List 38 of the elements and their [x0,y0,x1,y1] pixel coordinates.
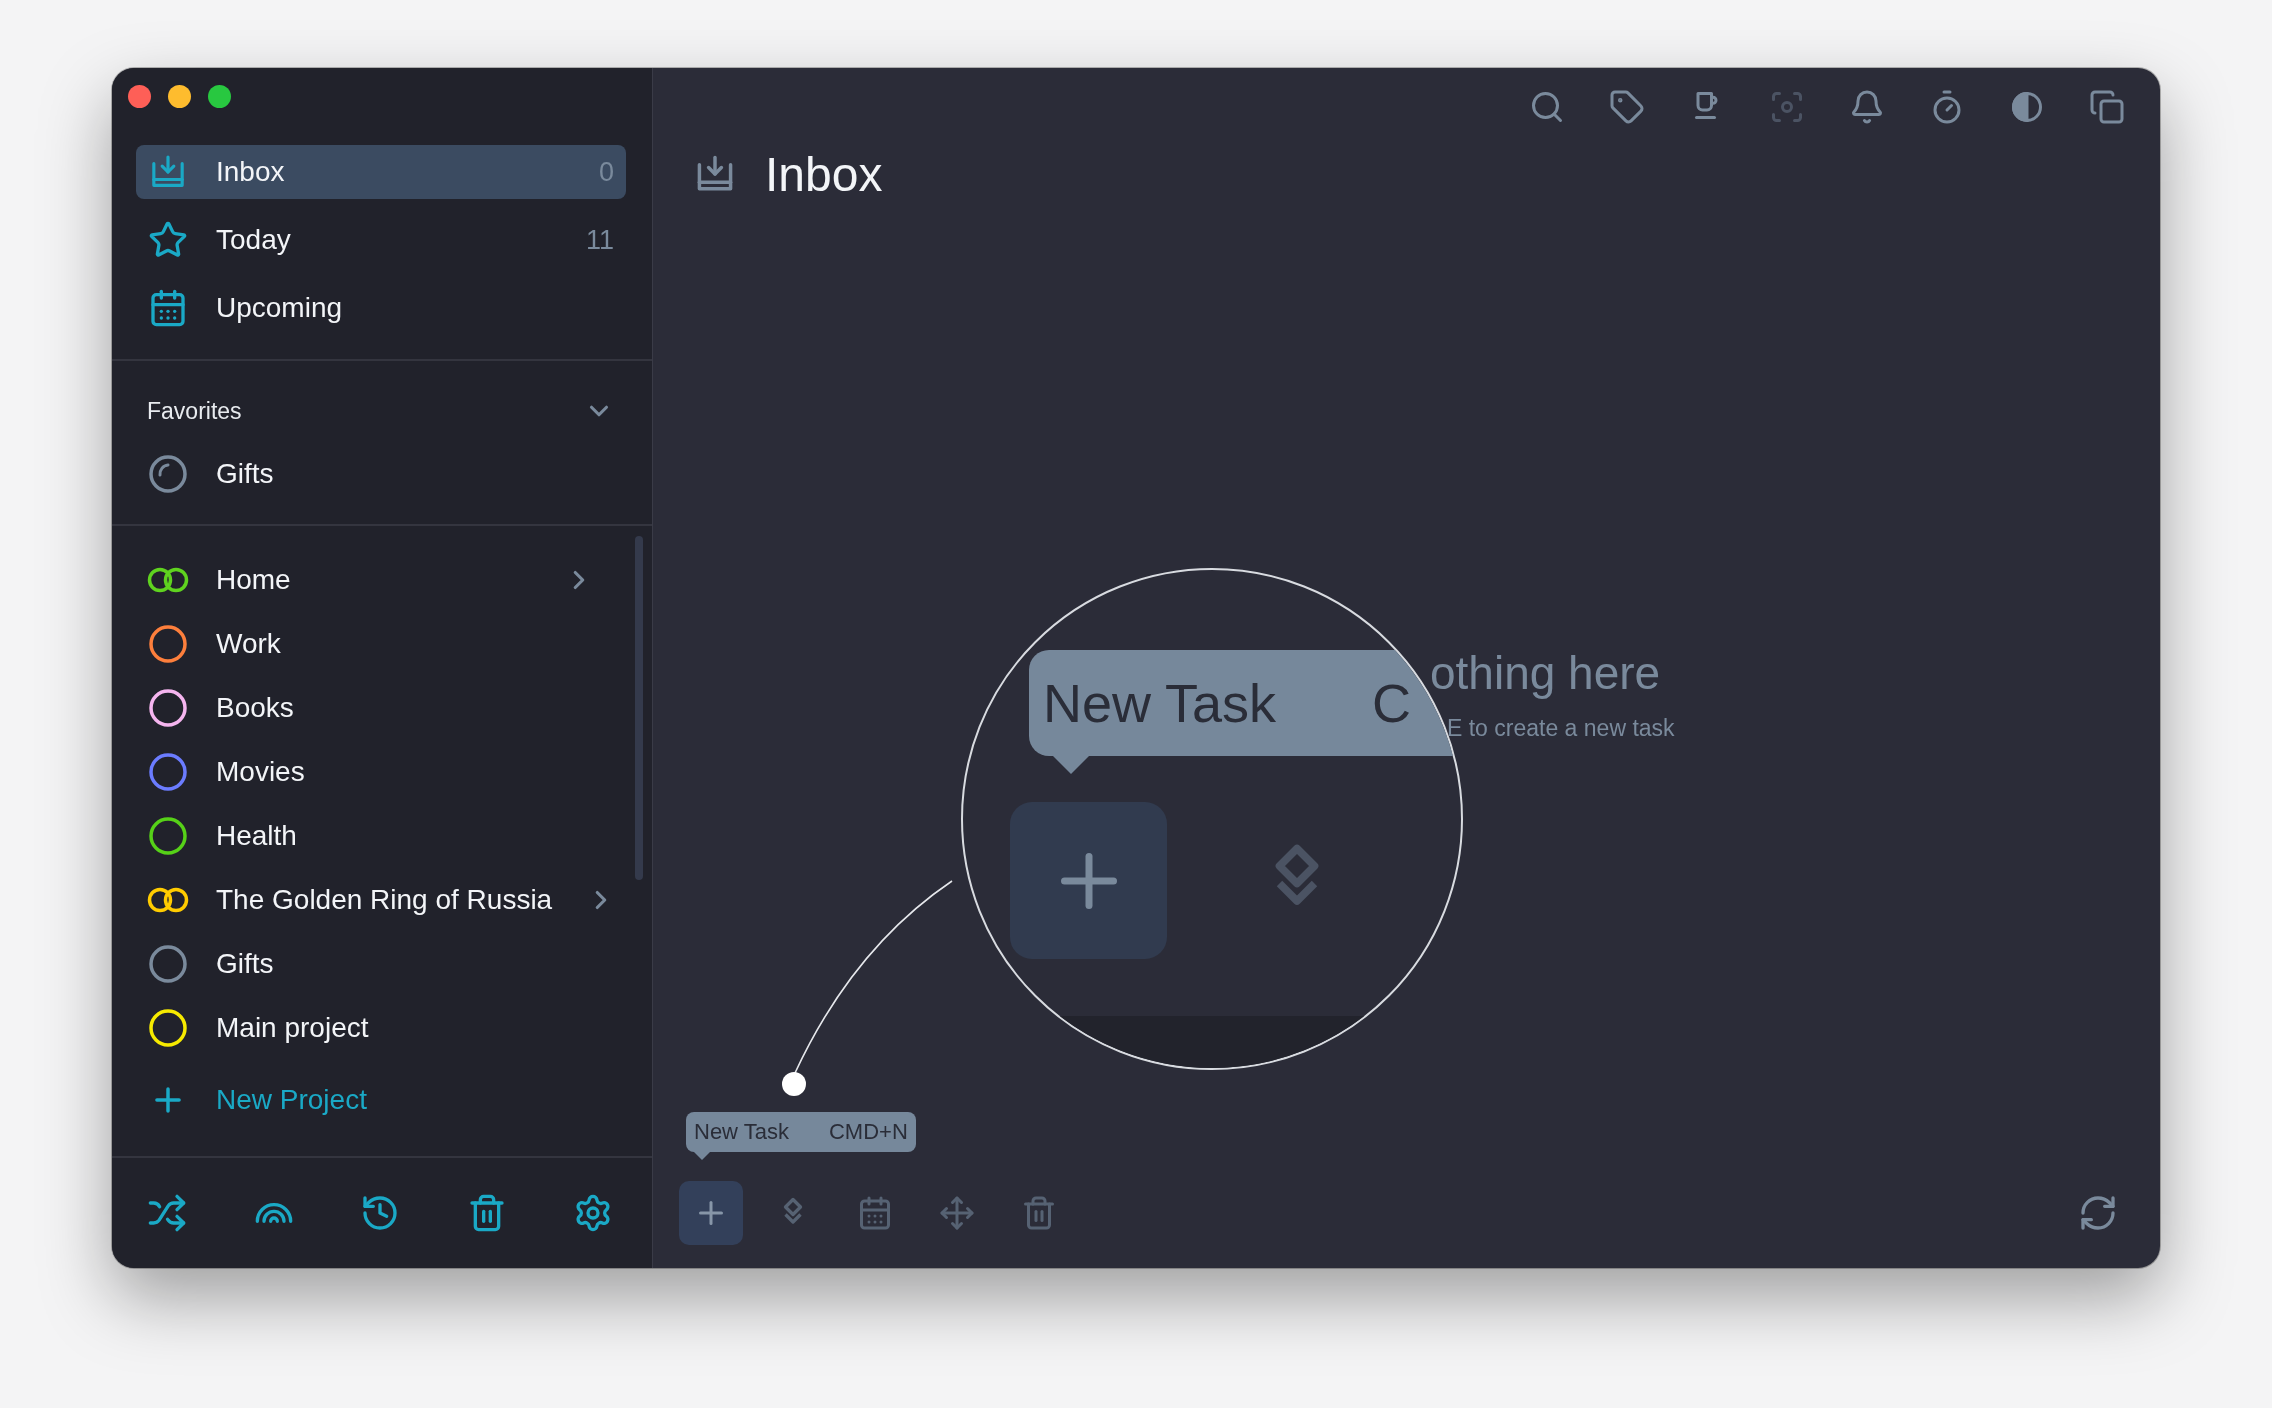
contrast-icon[interactable] [2009,89,2045,125]
tooltip-label: New Task [1043,672,1277,734]
shortcut-label: C [1372,672,1412,734]
zoom-button[interactable] [208,85,231,108]
search-icon[interactable] [1529,89,1565,125]
section-title: Favorites [147,397,242,425]
pointer-dot [782,1072,806,1096]
project-item[interactable]: Main project [136,1001,626,1055]
plus-button[interactable] [679,1181,743,1245]
scrollbar[interactable] [635,536,643,880]
copy-icon[interactable] [2089,89,2125,125]
item-count: 0 [598,156,614,188]
favorite-item[interactable]: Gifts [136,447,626,501]
tooltip-label: New Task [694,1119,789,1145]
move-icon [939,1195,975,1231]
empty-heading: othing here [1430,646,1662,701]
nav-item[interactable]: Inbox 0 [136,145,626,199]
nav-item[interactable]: Upcoming [136,281,626,335]
nav-item[interactable]: Today 11 [136,213,626,267]
close-button[interactable] [128,85,151,108]
tag-icon[interactable] [1609,89,1645,125]
trash-icon [1021,1195,1057,1231]
project-item[interactable]: Work [136,617,626,671]
project-item[interactable]: Health [136,809,626,863]
project-item[interactable]: Movies [136,745,626,799]
calendar-icon [857,1195,893,1231]
project-item[interactable]: Home [136,553,626,607]
minimize-button[interactable] [168,85,191,108]
project-item[interactable]: Books [136,681,626,735]
shortcut-label: CMD+N [828,1119,908,1145]
page-title: Inbox [765,146,883,202]
item-count: 11 [585,224,614,256]
bell-icon[interactable] [1849,89,1885,125]
empty-hint: E to create a new task [1447,715,1676,742]
shuffle-icon[interactable] [146,1192,188,1234]
project-item[interactable]: Gifts [136,937,626,991]
new-project-button[interactable]: New Project [136,1073,626,1127]
project-item[interactable]: The Golden Ring of Russia [136,873,626,927]
